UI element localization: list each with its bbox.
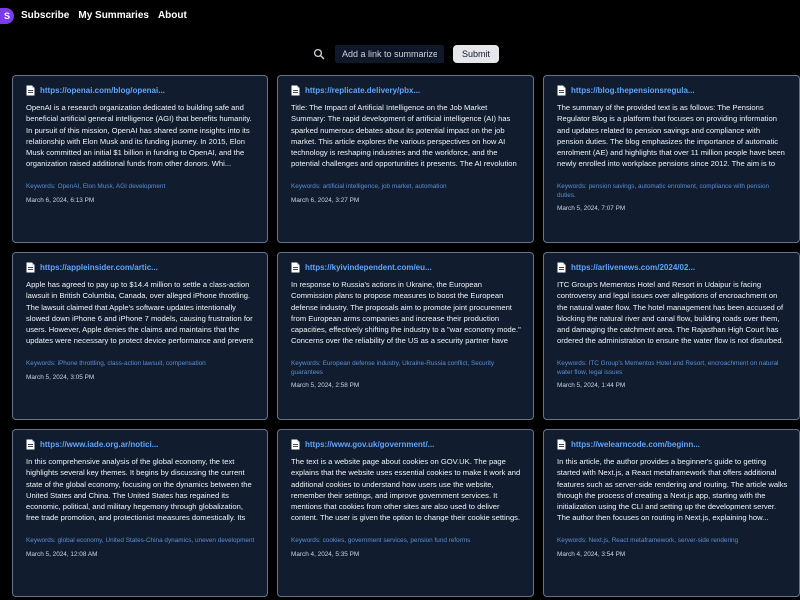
card-header: https://arlivenews.com/2024/02... bbox=[557, 260, 788, 274]
card-keywords-block: Keywords: OpenAI, Elon Musk, AGI develop… bbox=[26, 183, 256, 205]
summary-card[interactable]: https://www.iade.org.ar/notici... In thi… bbox=[12, 429, 268, 597]
summarize-form: Submit bbox=[313, 44, 499, 64]
card-keywords: Keywords: cookies, government services, … bbox=[291, 537, 471, 544]
card-summary: The text is a website page about cookies… bbox=[291, 457, 521, 523]
summary-card[interactable]: https://kyivindependent.com/eu... In res… bbox=[277, 252, 534, 420]
card-link[interactable]: https://blog.thepensionsregula... bbox=[571, 86, 695, 95]
card-keywords-block: Keywords: artificial intelligence, job m… bbox=[291, 183, 522, 205]
card-date: March 4, 2024, 3:54 PM bbox=[557, 550, 626, 558]
card-date: March 4, 2024, 5:35 PM bbox=[291, 550, 360, 558]
nav-my-summaries-link[interactable]: My Summaries bbox=[78, 10, 149, 22]
card-link[interactable]: https://appleinsider.com/artic... bbox=[40, 263, 158, 272]
card-date: March 6, 2024, 6:13 PM bbox=[26, 196, 95, 204]
card-keywords: Keywords: iPhone throttling, class-actio… bbox=[26, 360, 206, 367]
summary-card[interactable]: https://arlivenews.com/2024/02... ITC Gr… bbox=[543, 252, 800, 420]
card-summary: Title: The Impact of Artificial Intellig… bbox=[291, 103, 517, 169]
card-date: March 6, 2024, 3:27 PM bbox=[291, 196, 360, 204]
card-keywords-block: Keywords: global economy, United States-… bbox=[26, 537, 256, 559]
document-icon bbox=[557, 85, 566, 95]
avatar[interactable]: S bbox=[0, 8, 14, 24]
summaries-grid: https://openai.com/blog/openai... OpenAI… bbox=[12, 75, 800, 597]
card-summary: The summary of the provided text is as f… bbox=[557, 103, 785, 169]
card-link[interactable]: https://arlivenews.com/2024/02... bbox=[571, 263, 695, 272]
link-input[interactable] bbox=[335, 45, 444, 63]
card-date: March 5, 2024, 3:05 PM bbox=[26, 373, 95, 381]
summary-card[interactable]: https://openai.com/blog/openai... OpenAI… bbox=[12, 75, 268, 243]
summary-card[interactable]: https://blog.thepensionsregula... The su… bbox=[543, 75, 800, 243]
card-keywords-block: Keywords: pension savings, automatic enr… bbox=[557, 183, 788, 214]
card-keywords-block: Keywords: cookies, government services, … bbox=[291, 537, 522, 559]
card-keywords: Keywords: pension savings, automatic enr… bbox=[557, 183, 770, 199]
submit-button[interactable]: Submit bbox=[453, 45, 499, 63]
card-summary: In this article, the author provides a b… bbox=[557, 457, 788, 523]
card-date: March 5, 2024, 2:58 PM bbox=[291, 382, 360, 389]
card-header: https://replicate.delivery/pbx... bbox=[291, 83, 522, 97]
card-keywords-block: Keywords: iPhone throttling, class-actio… bbox=[26, 360, 256, 382]
summary-card[interactable]: https://welearncode.com/beginn... In thi… bbox=[543, 429, 800, 597]
document-icon bbox=[26, 85, 35, 95]
document-icon bbox=[557, 439, 566, 449]
summary-card[interactable]: https://appleinsider.com/artic... Apple … bbox=[12, 252, 268, 420]
document-icon bbox=[291, 439, 300, 449]
card-summary: Apple has agreed to pay up to $14.4 mill… bbox=[26, 280, 254, 346]
document-icon bbox=[291, 85, 300, 95]
card-date: March 5, 2024, 7:07 PM bbox=[557, 205, 626, 212]
avatar-letter: S bbox=[3, 11, 10, 21]
card-summary: ITC Group's Mementos Hotel and Resort in… bbox=[557, 280, 784, 346]
card-keywords: Keywords: Next.js, React metaframework, … bbox=[557, 537, 739, 544]
card-date: March 5, 2024, 12:08 AM bbox=[26, 550, 98, 558]
card-date: March 5, 2024, 1:44 PM bbox=[557, 382, 626, 389]
top-navigation-bar: S Subscribe My Summaries About bbox=[0, 0, 800, 32]
nav-subscribe-link[interactable]: Subscribe bbox=[21, 10, 69, 22]
card-header: https://kyivindependent.com/eu... bbox=[291, 260, 522, 274]
document-icon bbox=[557, 262, 566, 272]
card-keywords-block: Keywords: ITC Group's Mementos Hotel and… bbox=[557, 360, 788, 391]
card-keywords-block: Keywords: Next.js, React metaframework, … bbox=[557, 537, 788, 559]
card-link[interactable]: https://replicate.delivery/pbx... bbox=[305, 86, 420, 95]
card-keywords: Keywords: ITC Group's Mementos Hotel and… bbox=[557, 360, 779, 376]
nav-about-link[interactable]: About bbox=[158, 10, 187, 22]
card-keywords-block: Keywords: European defense industry, Ukr… bbox=[291, 360, 522, 391]
summary-card[interactable]: https://replicate.delivery/pbx... Title:… bbox=[277, 75, 534, 243]
card-keywords: Keywords: OpenAI, Elon Musk, AGI develop… bbox=[26, 183, 166, 190]
document-icon bbox=[26, 439, 35, 449]
card-link[interactable]: https://www.iade.org.ar/notici... bbox=[40, 440, 158, 449]
card-summary: OpenAI is a research organization dedica… bbox=[26, 103, 252, 169]
card-summary: In response to Russia's actions in Ukrai… bbox=[291, 280, 521, 346]
main-nav: Subscribe My Summaries About bbox=[21, 10, 187, 22]
card-header: https://appleinsider.com/artic... bbox=[26, 260, 256, 274]
card-header: https://blog.thepensionsregula... bbox=[557, 83, 788, 97]
summary-card[interactable]: https://www.gov.uk/government/... The te… bbox=[277, 429, 534, 597]
card-keywords: Keywords: artificial intelligence, job m… bbox=[291, 183, 447, 190]
search-icon bbox=[313, 48, 325, 60]
card-header: https://openai.com/blog/openai... bbox=[26, 83, 256, 97]
card-summary: In this comprehensive analysis of the gl… bbox=[26, 457, 252, 523]
card-keywords: Keywords: global economy, United States-… bbox=[26, 537, 255, 544]
card-header: https://welearncode.com/beginn... bbox=[557, 437, 788, 451]
card-header: https://www.gov.uk/government/... bbox=[291, 437, 522, 451]
card-link[interactable]: https://www.gov.uk/government/... bbox=[305, 440, 434, 449]
card-header: https://www.iade.org.ar/notici... bbox=[26, 437, 256, 451]
card-link[interactable]: https://openai.com/blog/openai... bbox=[40, 86, 165, 95]
document-icon bbox=[26, 262, 35, 272]
document-icon bbox=[291, 262, 300, 272]
card-keywords: Keywords: European defense industry, Ukr… bbox=[291, 360, 495, 376]
card-link[interactable]: https://welearncode.com/beginn... bbox=[571, 440, 700, 449]
card-link[interactable]: https://kyivindependent.com/eu... bbox=[305, 263, 432, 272]
